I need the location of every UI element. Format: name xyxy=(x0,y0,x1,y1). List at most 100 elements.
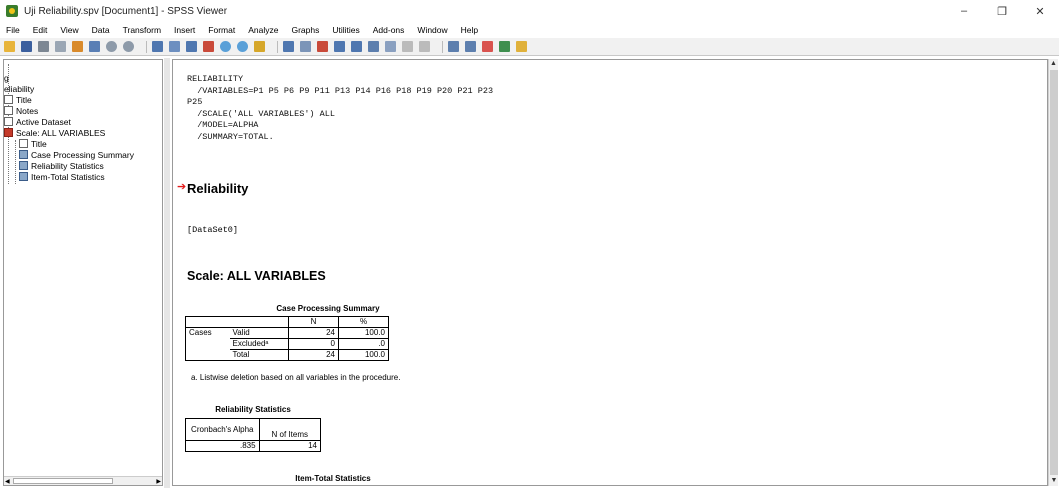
header-cronbach-alpha: Cronbach's Alpha xyxy=(185,418,260,441)
outline-item-notes[interactable]: Notes xyxy=(4,105,38,116)
outline-item-label: Scale: ALL VARIABLES xyxy=(16,127,106,138)
collapse-icon[interactable] xyxy=(419,41,430,52)
window-controls: – ❐ ✕ xyxy=(945,0,1059,22)
menu-window[interactable]: Window xyxy=(417,25,447,35)
dataset-label: [DataSet0] xyxy=(187,225,239,235)
scroll-left-icon[interactable]: ◀ xyxy=(5,478,10,485)
menu-view[interactable]: View xyxy=(60,25,78,35)
chart-icon[interactable] xyxy=(254,41,265,52)
scroll-down-icon[interactable]: ▼ xyxy=(1049,476,1059,486)
outline-hscrollbar[interactable]: ◀ ▶ xyxy=(4,476,162,485)
menu-insert[interactable]: Insert xyxy=(174,25,195,35)
table-footnote: a. Listwise deletion based on all variab… xyxy=(191,373,401,382)
outline-item-log-label[interactable]: g xyxy=(4,72,9,83)
outline-item-scale-title[interactable]: Title xyxy=(19,138,47,149)
outline-item-label: Reliability Statistics xyxy=(31,160,104,171)
outline-item-case-processing[interactable]: Case Processing Summary xyxy=(19,149,134,160)
menu-add-ons[interactable]: Add-ons xyxy=(373,25,405,35)
close-button[interactable]: ✕ xyxy=(1021,0,1059,22)
redo-icon[interactable] xyxy=(123,41,134,52)
scroll-thumb[interactable] xyxy=(13,478,113,484)
goto-case-icon[interactable] xyxy=(169,41,180,52)
outline-item-reliability[interactable]: eliability xyxy=(4,83,34,94)
designate-window-icon[interactable] xyxy=(300,41,311,52)
title-bar: Uji Reliability.spv [Document1] - SPSS V… xyxy=(0,0,1059,22)
menu-help[interactable]: Help xyxy=(461,25,478,35)
table-header-row: N % xyxy=(185,316,389,328)
toolbar-separator xyxy=(442,40,443,53)
pane-splitter[interactable] xyxy=(164,58,170,488)
minimize-button[interactable]: – xyxy=(945,0,983,22)
outline-item-label: Title xyxy=(31,138,47,149)
select-output-icon[interactable] xyxy=(283,41,294,52)
table-cell xyxy=(185,316,289,328)
current-item-arrow-icon: ➔ xyxy=(177,181,187,193)
case-processing-table[interactable]: N % Cases Valid 24 100.0 Excludedᵃ 0 .0 … xyxy=(185,316,389,361)
tree-connector xyxy=(15,140,16,184)
table-header-n: N xyxy=(288,316,339,328)
dataset-icon xyxy=(4,117,13,126)
menu-transform[interactable]: Transform xyxy=(123,25,161,35)
print-icon[interactable] xyxy=(38,41,49,52)
outline-item-label: Active Dataset xyxy=(16,116,71,127)
reliability-stats-caption: Reliability Statistics xyxy=(215,405,291,414)
insert-image-icon[interactable] xyxy=(482,41,493,52)
hide-icon[interactable] xyxy=(385,41,396,52)
outline-item-active-dataset[interactable]: Active Dataset xyxy=(4,116,71,127)
menu-file[interactable]: File xyxy=(6,25,20,35)
menu-graphs[interactable]: Graphs xyxy=(291,25,319,35)
output-content-pane[interactable]: RELIABILITY /VARIABLES=P1 P5 P6 P9 P11 P… xyxy=(172,59,1048,486)
title-icon xyxy=(4,95,13,104)
cell-n: 24 xyxy=(288,327,339,339)
open-icon[interactable] xyxy=(4,41,15,52)
menu-format[interactable]: Format xyxy=(208,25,235,35)
menu-analyze[interactable]: Analyze xyxy=(248,25,278,35)
outline-item-label: g xyxy=(4,72,9,83)
outline-pane[interactable]: g eliability Title Notes Active Dataset … xyxy=(3,59,163,486)
promote-icon[interactable] xyxy=(334,41,345,52)
cell-pct: .0 xyxy=(338,338,389,350)
show-icon[interactable] xyxy=(368,41,379,52)
row-label: Valid xyxy=(229,327,289,339)
insert-chart-icon[interactable] xyxy=(499,41,510,52)
find-icon[interactable] xyxy=(203,41,214,52)
insert-title-icon[interactable] xyxy=(448,41,459,52)
recall-dialog-icon[interactable] xyxy=(89,41,100,52)
menu-utilities[interactable]: Utilities xyxy=(332,25,359,35)
expand-icon[interactable] xyxy=(402,41,413,52)
table-row: Cases Valid 24 100.0 xyxy=(185,327,389,361)
outline-item-scale[interactable]: Scale: ALL VARIABLES xyxy=(4,127,105,138)
insert-text-icon[interactable] xyxy=(465,41,476,52)
demote-icon[interactable] xyxy=(351,41,362,52)
outline-item-reliability-stats[interactable]: Reliability Statistics xyxy=(19,160,104,171)
reliability-stats-table[interactable]: Cronbach's Alpha N of Items .835 14 xyxy=(185,418,322,452)
scroll-up-icon[interactable]: ▲ xyxy=(1049,59,1058,69)
section-title: Reliability xyxy=(187,181,249,196)
item-total-table-top-border xyxy=(185,485,521,486)
scale-icon xyxy=(4,128,13,137)
restore-button[interactable]: ❐ xyxy=(983,0,1021,22)
save-icon[interactable] xyxy=(21,41,32,52)
scroll-right-icon[interactable]: ▶ xyxy=(156,478,161,485)
outline-item-label: eliability xyxy=(4,83,35,94)
menu-edit[interactable]: Edit xyxy=(33,25,48,35)
cell-n: 24 xyxy=(288,349,339,361)
outline-item-title[interactable]: Title xyxy=(4,94,32,105)
undo-icon[interactable] xyxy=(106,41,117,52)
designate-icon[interactable] xyxy=(516,41,527,52)
variables-icon[interactable] xyxy=(186,41,197,52)
run-icon[interactable] xyxy=(220,41,231,52)
goto-data-icon[interactable] xyxy=(152,41,163,52)
content-vscrollbar[interactable]: ▲ ▼ xyxy=(1048,59,1058,486)
spss-app-icon xyxy=(6,5,18,17)
scripts-icon[interactable] xyxy=(237,41,248,52)
menu-bar: File Edit View Data Transform Insert For… xyxy=(0,22,1059,38)
scroll-thumb[interactable] xyxy=(1050,70,1058,475)
menu-data[interactable]: Data xyxy=(92,25,110,35)
outline-item-item-total[interactable]: Item-Total Statistics xyxy=(19,171,105,182)
syntax-log: RELIABILITY /VARIABLES=P1 P5 P6 P9 P11 P… xyxy=(187,74,494,142)
outline-item-label: Item-Total Statistics xyxy=(31,171,105,182)
insert-heading-icon[interactable] xyxy=(317,41,328,52)
print-preview-icon[interactable] xyxy=(55,41,66,52)
export-icon[interactable] xyxy=(72,41,83,52)
